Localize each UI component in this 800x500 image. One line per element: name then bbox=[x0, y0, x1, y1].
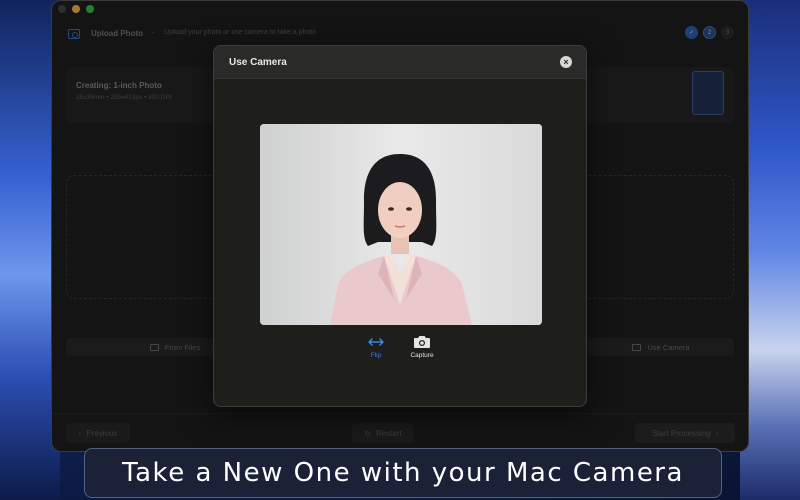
camera-preview bbox=[260, 124, 542, 325]
flip-horizontal-icon bbox=[356, 334, 396, 350]
close-icon[interactable]: × bbox=[560, 56, 572, 68]
use-camera-dialog: Use Camera × Flip Capture bbox=[213, 45, 587, 407]
capture-button[interactable]: Capture bbox=[402, 334, 442, 359]
dialog-header: Use Camera × bbox=[214, 46, 586, 79]
capture-label: Capture bbox=[410, 352, 434, 359]
camera-icon bbox=[402, 334, 442, 350]
promo-caption: Take a New One with your Mac Camera bbox=[84, 448, 722, 498]
flip-button[interactable]: Flip bbox=[356, 334, 396, 359]
desktop-wallpaper-right bbox=[740, 0, 800, 500]
flip-label: Flip bbox=[370, 352, 382, 359]
dialog-title: Use Camera bbox=[229, 57, 287, 68]
camera-feed-image bbox=[260, 124, 542, 325]
camera-toolbar: Flip Capture bbox=[214, 334, 586, 364]
